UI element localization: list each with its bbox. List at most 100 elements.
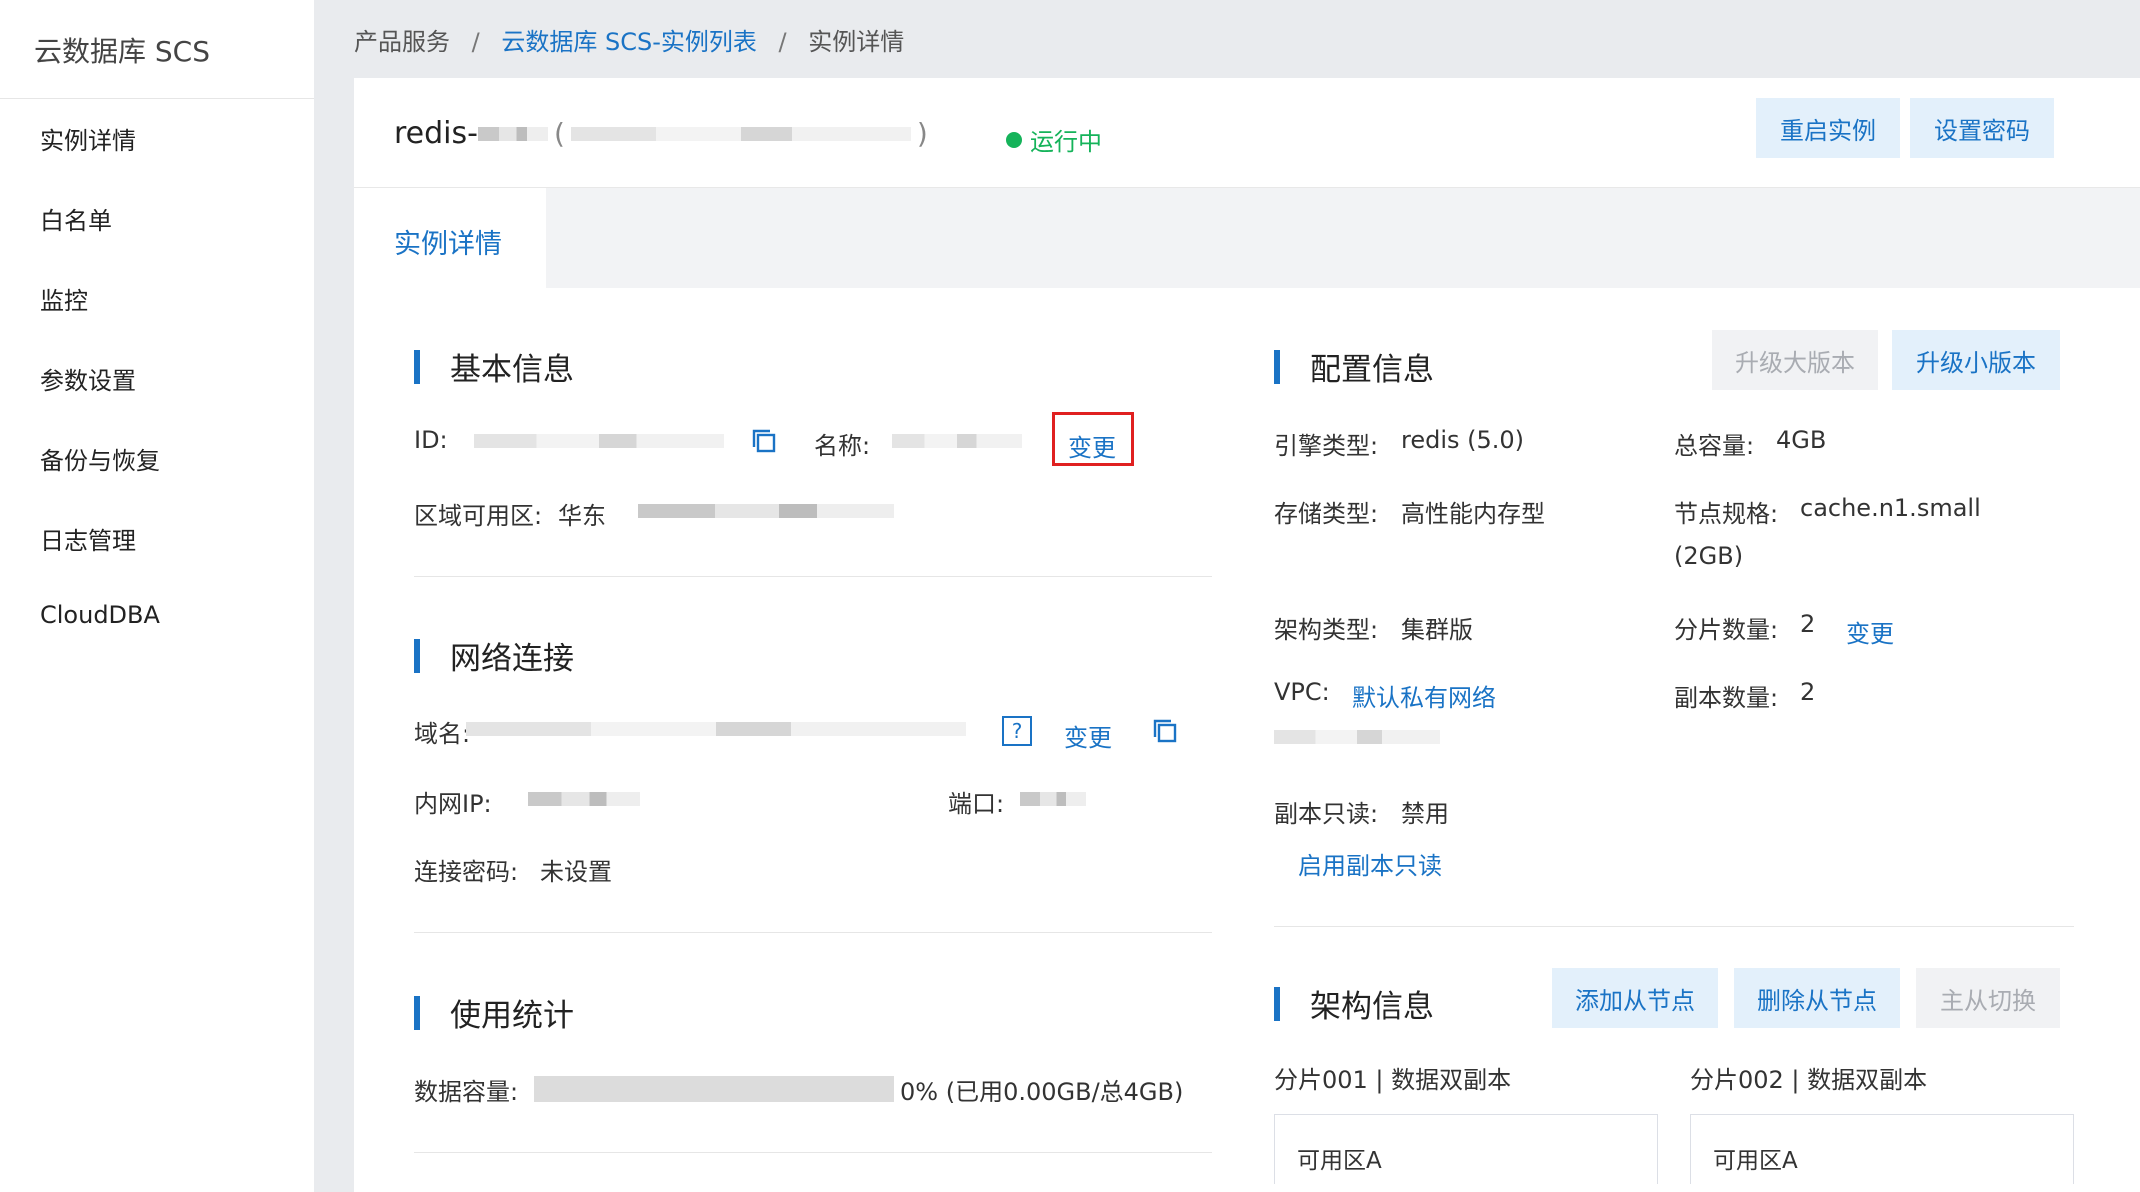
name-label: 名称: <box>814 432 871 460</box>
sidebar-item-instance-details[interactable]: 实例详情 <box>0 99 314 179</box>
vpc-link[interactable]: 默认私有网络 <box>1352 678 1496 713</box>
divider <box>414 576 1212 577</box>
sidebar-item-logs[interactable]: 日志管理 <box>0 499 314 579</box>
breadcrumb-separator: / <box>778 28 787 56</box>
redacted-text <box>1020 792 1086 806</box>
instance-name-prefix: redis- <box>394 116 478 151</box>
node-label: 节点规格: <box>1674 500 1779 528</box>
breadcrumb-root[interactable]: 产品服务 <box>354 28 450 56</box>
section-marker <box>1274 986 1280 1021</box>
architecture-title: 架构信息 <box>1274 981 1434 1026</box>
sidebar: 云数据库 SCS 实例详情 白名单 监控 参数设置 备份与恢复 日志管理 Clo… <box>0 0 314 1192</box>
enable-readonly-link[interactable]: 启用副本只读 <box>1298 846 1442 881</box>
shard-001-zone: 可用区A <box>1274 1114 1658 1184</box>
sidebar-title: 云数据库 SCS <box>0 0 314 99</box>
status-text: 运行中 <box>1030 128 1102 156</box>
minor-upgrade-button[interactable]: 升级小版本 <box>1892 330 2060 390</box>
engine-label: 引擎类型: <box>1274 432 1379 460</box>
conn-password-value: 未设置 <box>540 858 612 886</box>
total-label: 总容量: <box>1674 432 1755 460</box>
capacity-label: 数据容量: <box>414 1078 519 1106</box>
divider <box>1274 926 2074 927</box>
breadcrumb-separator: / <box>471 28 480 56</box>
divider <box>414 932 1212 933</box>
name-change-link[interactable]: 变更 <box>1068 428 1116 463</box>
shards-value: 2 <box>1800 610 1816 638</box>
shard-001-label: 分片001 | 数据双副本 <box>1274 1066 1512 1094</box>
section-title-text: 配置信息 <box>1310 352 1434 388</box>
shard-002-zone: 可用区A <box>1690 1114 2074 1184</box>
sidebar-item-backup[interactable]: 备份与恢复 <box>0 419 314 499</box>
main-panel: redis- ( ) 运行中 重启实例 设置密码 实例详情 基本信息 ID: 名… <box>354 78 2140 1192</box>
delete-slave-button[interactable]: 删除从节点 <box>1734 968 1900 1028</box>
status-badge: 运行中 <box>1006 122 1102 157</box>
arch-label: 架构类型: <box>1274 616 1379 644</box>
redacted-text <box>477 126 548 141</box>
vpc-label: VPC: <box>1274 678 1330 706</box>
divider <box>414 1152 1212 1153</box>
section-marker <box>414 638 420 673</box>
id-label: ID: <box>414 426 448 454</box>
domain-change-link[interactable]: 变更 <box>1064 718 1112 753</box>
port-label: 端口: <box>948 790 1005 818</box>
open-paren: ( <box>553 117 565 150</box>
basic-info-title: 基本信息 <box>414 344 574 389</box>
engine-value: redis (5.0) <box>1401 426 1525 454</box>
tab-bar: 实例详情 <box>354 188 2140 288</box>
breadcrumb: 产品服务 / 云数据库 SCS-实例列表 / 实例详情 <box>354 22 918 57</box>
shards-change-link[interactable]: 变更 <box>1846 614 1894 649</box>
copy-icon[interactable] <box>751 428 777 454</box>
breadcrumb-current: 实例详情 <box>808 28 905 56</box>
zone-value: 华东 <box>558 502 606 530</box>
tab-instance-details[interactable]: 实例详情 <box>354 188 546 288</box>
section-title-text: 网络连接 <box>450 641 574 677</box>
domain-label: 域名: <box>414 720 471 748</box>
section-marker <box>414 349 420 384</box>
section-marker <box>414 995 420 1030</box>
network-title: 网络连接 <box>414 633 574 678</box>
breadcrumb-instance-list[interactable]: 云数据库 SCS-实例列表 <box>501 28 757 56</box>
arch-value: 集群版 <box>1401 616 1473 644</box>
replicas-value: 2 <box>1800 678 1816 706</box>
help-icon[interactable]: ? <box>1002 716 1032 746</box>
storage-value: 高性能内存型 <box>1401 500 1545 528</box>
section-title-text: 使用统计 <box>450 998 574 1034</box>
readonly-label: 副本只读: <box>1274 800 1379 828</box>
close-paren: ) <box>916 117 928 150</box>
redacted-text <box>1274 730 1440 744</box>
shard-002-label: 分片002 | 数据双副本 <box>1690 1066 1928 1094</box>
redacted-text <box>638 504 894 518</box>
restart-button[interactable]: 重启实例 <box>1756 98 1900 158</box>
instance-header: redis- ( ) 运行中 重启实例 设置密码 <box>354 78 2140 188</box>
capacity-text: 0% (已用0.00GB/总4GB) <box>900 1078 1184 1106</box>
conn-password-label: 连接密码: <box>414 858 519 886</box>
sidebar-item-monitoring[interactable]: 监控 <box>0 259 314 339</box>
major-upgrade-button[interactable]: 升级大版本 <box>1712 330 1878 390</box>
node-value: cache.n1.small <box>1800 494 1981 522</box>
section-title-text: 架构信息 <box>1310 989 1434 1025</box>
shards-label: 分片数量: <box>1674 616 1779 644</box>
sidebar-item-parameters[interactable]: 参数设置 <box>0 339 314 419</box>
node-value-size: (2GB) <box>1674 542 1744 570</box>
storage-label: 存储类型: <box>1274 500 1379 528</box>
readonly-value: 禁用 <box>1401 800 1449 828</box>
replicas-label: 副本数量: <box>1674 684 1779 712</box>
section-marker <box>1274 349 1280 384</box>
capacity-progress-bar <box>534 1076 894 1102</box>
total-value: 4GB <box>1776 426 1827 454</box>
config-title: 配置信息 <box>1274 344 1434 389</box>
ip-label: 内网IP: <box>414 790 492 818</box>
copy-icon[interactable] <box>1152 718 1178 744</box>
sidebar-item-clouddba[interactable]: CloudDBA <box>0 579 314 659</box>
master-slave-switch-button[interactable]: 主从切换 <box>1916 968 2060 1028</box>
section-title-text: 基本信息 <box>450 352 574 388</box>
zone-label: 区域可用区: <box>414 502 543 530</box>
redacted-text <box>570 126 911 141</box>
sidebar-item-whitelist[interactable]: 白名单 <box>0 179 314 259</box>
instance-name: redis- ( ) <box>394 116 934 151</box>
redacted-text <box>528 792 640 806</box>
redacted-text <box>892 434 1022 448</box>
set-password-button[interactable]: 设置密码 <box>1910 98 2054 158</box>
usage-title: 使用统计 <box>414 990 574 1035</box>
add-slave-button[interactable]: 添加从节点 <box>1552 968 1718 1028</box>
